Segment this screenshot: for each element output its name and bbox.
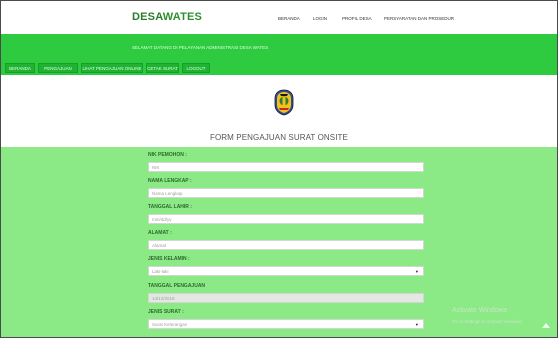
menu-cetak-surat-button[interactable]: CETAK SURAT xyxy=(146,63,179,73)
jenis-kelamin-value: Laki-laki xyxy=(152,269,169,274)
alamat-field[interactable]: Alamat xyxy=(148,240,424,250)
jenis-surat-label: JENIS SURAT : xyxy=(148,309,184,315)
brand-part2: WATES xyxy=(162,11,203,23)
jenis-surat-value: Surat Keterangan xyxy=(152,322,188,327)
form-title: FORM PENGAJUAN SURAT ONSITE xyxy=(210,133,348,142)
jenis-surat-select[interactable]: Surat Keterangan ▾ xyxy=(148,319,424,329)
menu-logout-button[interactable]: LOGOUT xyxy=(182,63,210,73)
nav-login[interactable]: LOGIN xyxy=(313,16,327,21)
chevron-up-icon[interactable] xyxy=(542,323,550,328)
tanggal-lahir-label: TANGGAL LAHIR : xyxy=(148,204,192,210)
jenis-kelamin-select[interactable]: Laki-laki ▾ xyxy=(148,266,424,276)
nav-profil-desa[interactable]: PROFIL DESA xyxy=(342,16,372,21)
welcome-text: SELAMAT DATANG DI PELAYANAN ADMINISTRASI… xyxy=(132,45,269,50)
menu-lihat-pengajuan-button[interactable]: LIHAT PENGAJUAN ONLINE xyxy=(81,63,143,73)
site-brand[interactable]: DESAWATES xyxy=(132,11,202,23)
nama-field[interactable]: Nama Lengkap xyxy=(148,188,424,198)
jenis-kelamin-label: JENIS KELAMIN : xyxy=(148,256,190,262)
menu-beranda-button[interactable]: BERANDA xyxy=(5,63,35,73)
tanggal-pengajuan-label: TANGGAL PENGAJUAN xyxy=(148,283,206,289)
nav-persyaratan[interactable]: PERSYARATAN DAN PROSEDUR xyxy=(384,16,454,21)
tanggal-lahir-field[interactable]: mm/dd/yy xyxy=(148,214,424,224)
alamat-label: ALAMAT : xyxy=(148,230,172,236)
menu-pengajuan-surat-button[interactable]: PENGAJUAN SURAT xyxy=(38,63,78,81)
activate-windows-subtitle: Go to Settings to activate Windows. xyxy=(452,319,524,324)
activate-windows-title: Activate Windows xyxy=(452,307,508,314)
emblem-icon xyxy=(274,89,294,116)
header: DESAWATES BERANDA LOGIN PROFIL DESA PERS… xyxy=(1,1,557,33)
dropdown-arrow-icon: ▾ xyxy=(415,322,418,327)
main-menu: BERANDA PENGAJUAN SURAT LIHAT PENGAJUAN … xyxy=(1,61,557,81)
tanggal-pengajuan-field: 14/12/2018 xyxy=(148,293,424,303)
nik-label: NIK PEMOHON : xyxy=(148,152,187,158)
brand-part1: DESA xyxy=(132,11,163,23)
welcome-banner: SELAMAT DATANG DI PELAYANAN ADMINISTRASI… xyxy=(1,34,557,61)
dropdown-arrow-icon: ▾ xyxy=(415,269,418,274)
nav-beranda[interactable]: BERANDA xyxy=(278,16,300,21)
nama-label: NAMA LENGKAP : xyxy=(148,178,192,184)
browser-viewport: DESAWATES BERANDA LOGIN PROFIL DESA PERS… xyxy=(0,0,558,338)
nik-field[interactable]: NIK xyxy=(148,162,424,172)
